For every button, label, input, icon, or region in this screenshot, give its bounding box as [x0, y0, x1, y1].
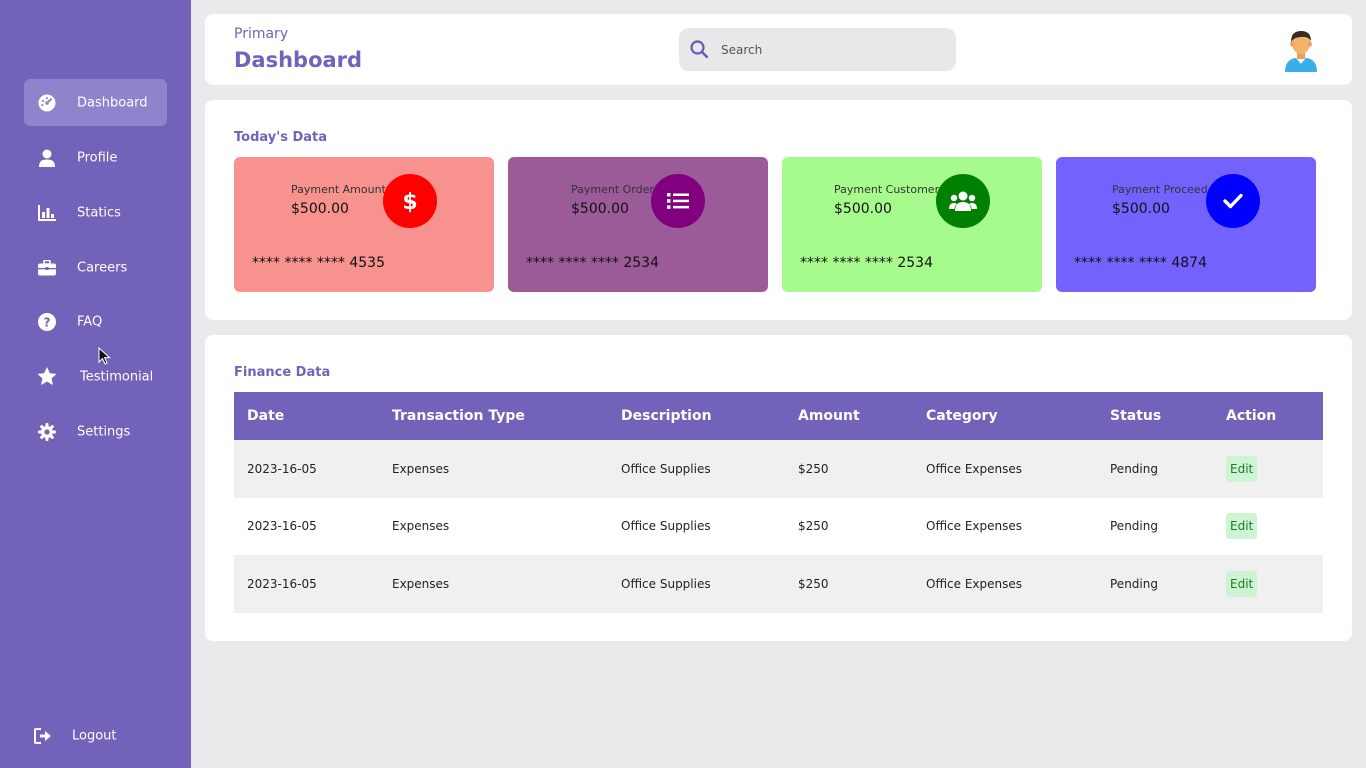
- table-header-row: Date Transaction Type Description Amount…: [234, 392, 1323, 440]
- sidebar-item-label: Careers: [77, 260, 128, 275]
- cell-category: Office Expenses: [913, 555, 1097, 613]
- briefcase-icon: [37, 258, 57, 278]
- finance-table: Date Transaction Type Description Amount…: [234, 392, 1323, 613]
- mouse-cursor-icon: [98, 346, 111, 369]
- card-number: **** **** **** 4874: [1074, 255, 1207, 271]
- sidebar-item-label: Settings: [77, 424, 131, 439]
- cell-amount: $250: [785, 440, 913, 498]
- sidebar-item-label: Testimonial: [80, 369, 154, 384]
- table-row: 2023-16-05 Expenses Office Supplies $250…: [234, 440, 1323, 498]
- cell-date: 2023-16-05: [234, 440, 379, 498]
- section-title: Today's Data: [234, 130, 328, 145]
- page-subtitle: Primary: [234, 26, 289, 42]
- todays-data-panel: Today's Data Payment Amount $500.00 $ **…: [205, 100, 1352, 320]
- check-icon: [1206, 174, 1260, 228]
- sidebar-item-profile[interactable]: Profile: [24, 134, 167, 181]
- sidebar-item-label: Statics: [77, 205, 121, 220]
- table-row: 2023-16-05 Expenses Office Supplies $250…: [234, 497, 1323, 555]
- payment-customer-card[interactable]: Payment Customer $500.00 **** **** **** …: [782, 157, 1042, 292]
- cell-status: Pending: [1097, 555, 1213, 613]
- page-title: Dashboard: [234, 48, 363, 72]
- sidebar-item-careers[interactable]: Careers: [24, 244, 167, 291]
- sidebar-item-dashboard[interactable]: Dashboard: [24, 79, 167, 126]
- table-row: 2023-16-05 Expenses Office Supplies $250…: [234, 555, 1323, 613]
- users-icon: [936, 174, 990, 228]
- avatar[interactable]: [1283, 28, 1319, 72]
- card-value: $500.00: [1112, 201, 1170, 217]
- logout-button[interactable]: Logout: [20, 712, 163, 759]
- cell-type: Expenses: [379, 440, 608, 498]
- card-label: Payment Proceed: [1112, 183, 1208, 196]
- edit-button[interactable]: Edit: [1226, 570, 1258, 597]
- column-header: Action: [1213, 392, 1323, 440]
- gear-icon: [37, 422, 57, 442]
- sidebar-item-label: Profile: [77, 150, 118, 165]
- star-icon: [37, 367, 57, 387]
- cell-amount: $250: [785, 497, 913, 555]
- sidebar-item-testimonial[interactable]: Testimonial: [24, 353, 167, 400]
- sidebar-item-settings[interactable]: Settings: [24, 408, 167, 455]
- dollar-icon: $: [383, 174, 437, 228]
- cell-date: 2023-16-05: [234, 555, 379, 613]
- cell-status: Pending: [1097, 440, 1213, 498]
- logout-icon: [33, 726, 53, 746]
- search-icon[interactable]: [690, 40, 708, 58]
- card-number: **** **** **** 2534: [800, 255, 933, 271]
- question-icon: ?: [37, 312, 57, 332]
- svg-text:?: ?: [44, 315, 51, 329]
- sidebar: Dashboard Profile Statics Careers ? FAQ …: [0, 0, 191, 768]
- card-value: $500.00: [291, 201, 349, 217]
- payment-order-card[interactable]: Payment Order $500.00 **** **** **** 253…: [508, 157, 768, 292]
- column-header: Category: [913, 392, 1097, 440]
- logout-label: Logout: [72, 728, 117, 743]
- dashboard-icon: [37, 93, 57, 113]
- search-box[interactable]: [679, 28, 956, 71]
- svg-text:$: $: [402, 190, 417, 214]
- section-title: Finance Data: [234, 365, 331, 380]
- edit-button[interactable]: Edit: [1226, 455, 1258, 482]
- finance-data-panel: Finance Data Date Transaction Type Descr…: [205, 335, 1352, 641]
- header: Primary Dashboard: [205, 14, 1352, 85]
- card-label: Payment Customer: [834, 183, 940, 196]
- column-header: Status: [1097, 392, 1213, 440]
- card-label: Payment Amount: [291, 183, 386, 196]
- card-value: $500.00: [571, 201, 629, 217]
- column-header: Transaction Type: [379, 392, 608, 440]
- chart-icon: [37, 203, 57, 223]
- edit-button[interactable]: Edit: [1226, 513, 1258, 540]
- card-label: Payment Order: [571, 183, 654, 196]
- cell-amount: $250: [785, 555, 913, 613]
- column-header: Date: [234, 392, 379, 440]
- card-number: **** **** **** 2534: [526, 255, 659, 271]
- card-value: $500.00: [834, 201, 892, 217]
- sidebar-item-label: Dashboard: [77, 95, 148, 110]
- cell-category: Office Expenses: [913, 497, 1097, 555]
- search-input[interactable]: [721, 28, 941, 71]
- sidebar-item-statics[interactable]: Statics: [24, 189, 167, 236]
- sidebar-item-faq[interactable]: ? FAQ: [24, 298, 167, 345]
- cell-description: Office Supplies: [608, 440, 785, 498]
- cell-action: Edit: [1213, 555, 1323, 613]
- cell-date: 2023-16-05: [234, 497, 379, 555]
- list-icon: [651, 174, 705, 228]
- sidebar-item-label: FAQ: [77, 314, 103, 329]
- cell-status: Pending: [1097, 497, 1213, 555]
- column-header: Description: [608, 392, 785, 440]
- cell-description: Office Supplies: [608, 497, 785, 555]
- payment-amount-card[interactable]: Payment Amount $500.00 $ **** **** **** …: [234, 157, 494, 292]
- column-header: Amount: [785, 392, 913, 440]
- cell-type: Expenses: [379, 555, 608, 613]
- user-icon: [37, 148, 57, 168]
- cell-action: Edit: [1213, 440, 1323, 498]
- cell-description: Office Supplies: [608, 555, 785, 613]
- payment-proceed-card[interactable]: Payment Proceed $500.00 **** **** **** 4…: [1056, 157, 1316, 292]
- cell-action: Edit: [1213, 497, 1323, 555]
- cell-category: Office Expenses: [913, 440, 1097, 498]
- cell-type: Expenses: [379, 497, 608, 555]
- card-number: **** **** **** 4535: [252, 255, 385, 271]
